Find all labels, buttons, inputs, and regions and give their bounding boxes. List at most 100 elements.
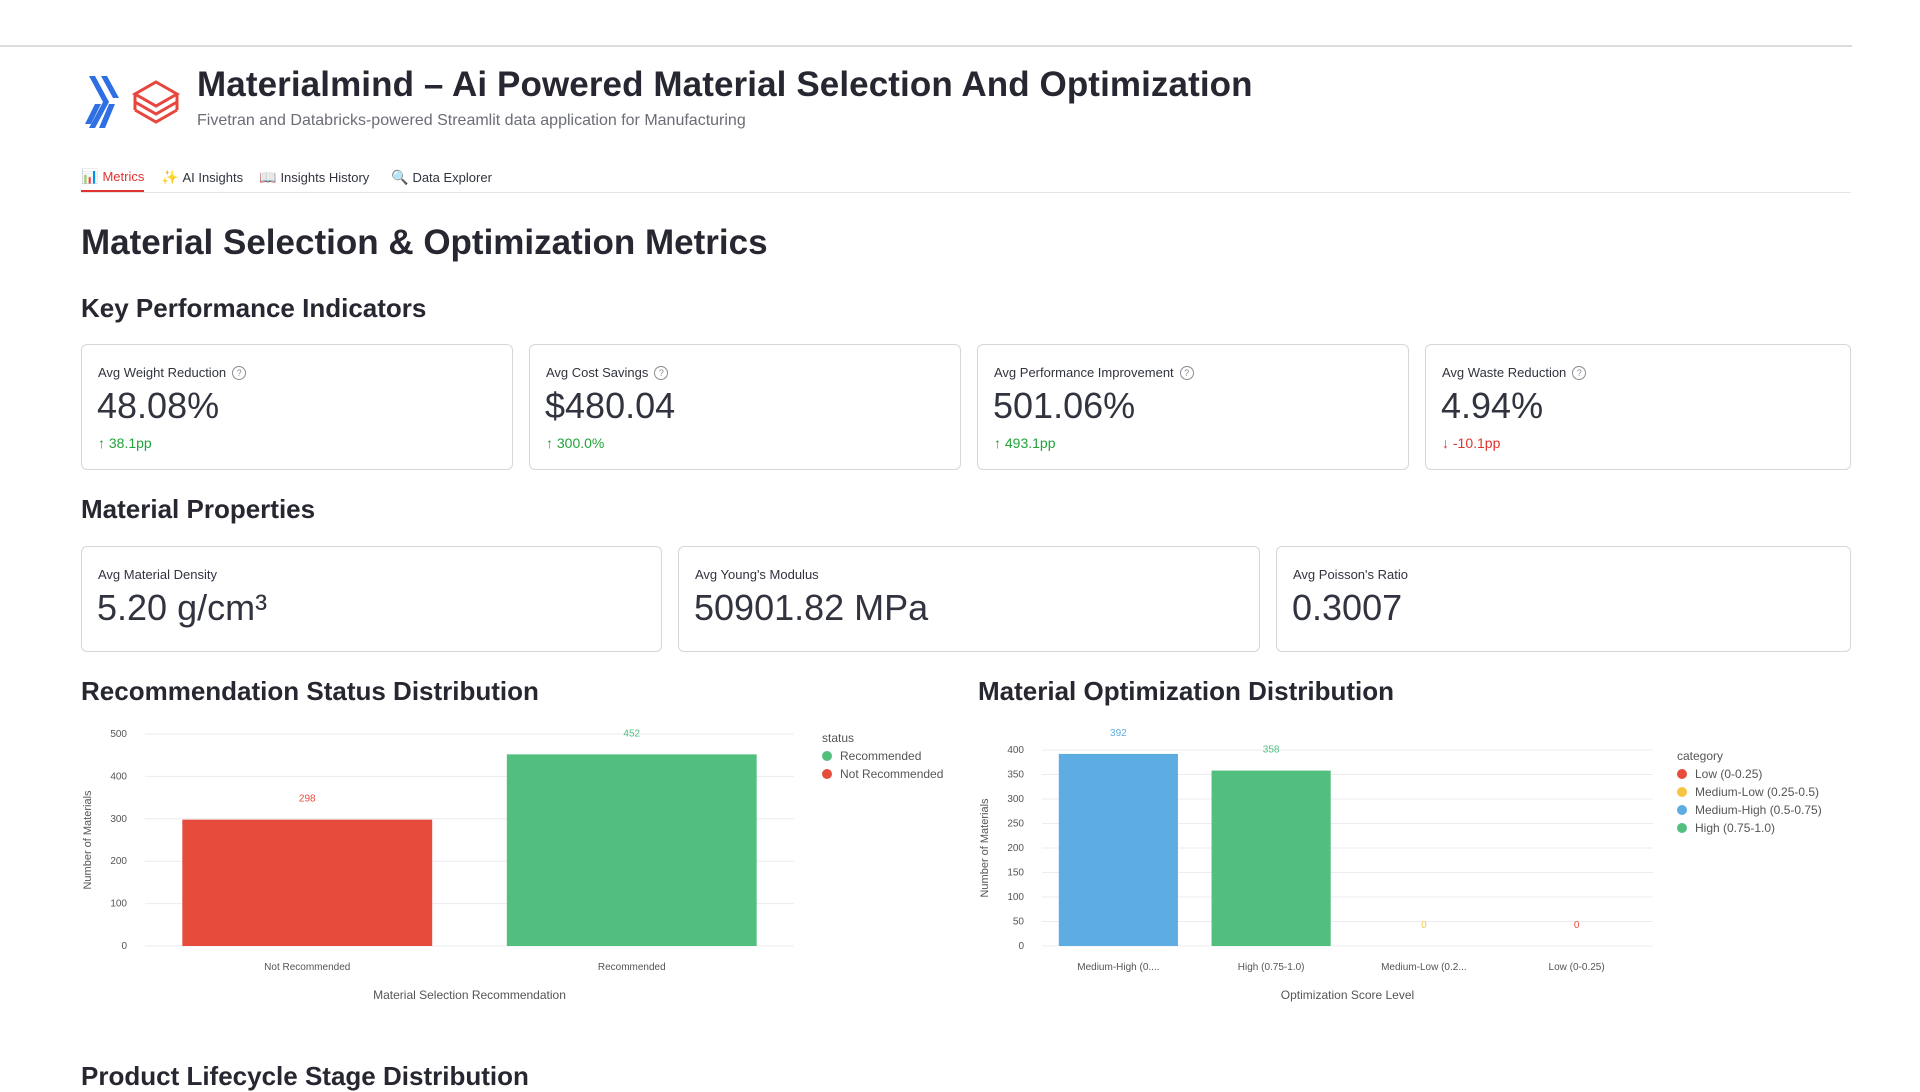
- legend-title: category: [1677, 749, 1723, 763]
- legend-swatch: [1677, 823, 1687, 833]
- x-tick-label: Not Recommended: [264, 962, 350, 973]
- chart-title-optimization: Material Optimization Distribution: [978, 676, 1395, 706]
- x-axis-label: Optimization Score Level: [1281, 988, 1414, 1002]
- properties-section-title: Material Properties: [81, 494, 316, 524]
- y-tick-label: 300: [110, 814, 127, 825]
- y-axis-label: Number of Materials: [82, 790, 94, 890]
- y-tick-label: 0: [1018, 941, 1024, 952]
- y-tick-label: 300: [1007, 794, 1024, 805]
- y-tick-label: 100: [110, 899, 127, 910]
- tab-label: Metrics: [102, 168, 145, 184]
- chart-title-lifecycle: Product Lifecycle Stage Distribution: [81, 1061, 529, 1091]
- tab-bar: 📊 Metrics ✨ AI Insights 📖 Insights Histo…: [81, 158, 1851, 193]
- arrow-up-icon: ↑: [994, 435, 1001, 451]
- y-tick-label: 200: [110, 856, 127, 867]
- bar: [506, 754, 757, 946]
- arrow-up-icon: ↑: [98, 435, 105, 451]
- legend-title: status: [822, 731, 854, 745]
- data-label: 0: [1421, 920, 1427, 931]
- kpi-delta: ↑ 300.0%: [546, 435, 604, 451]
- y-tick-label: 50: [1013, 917, 1025, 928]
- page-title: Material Selection & Optimization Metric…: [81, 223, 768, 262]
- y-tick-label: 400: [110, 771, 127, 782]
- y-tick-label: 150: [1007, 868, 1024, 879]
- x-tick-label: Medium-High (0....: [1077, 962, 1159, 973]
- property-value: 0.3007: [1292, 587, 1403, 628]
- property-value: 50901.82 MPa: [694, 587, 929, 628]
- kpi-delta-value: -10.1pp: [1452, 435, 1501, 451]
- help-icon[interactable]: ?: [1179, 365, 1194, 380]
- y-tick-label: 250: [1007, 819, 1024, 830]
- kpi-card-cost-savings: Avg Cost Savings? $480.04 ↑ 300.0%: [529, 344, 961, 470]
- help-icon[interactable]: ?: [1572, 365, 1587, 380]
- kpi-section-title: Key Performance Indicators: [81, 293, 427, 323]
- kpi-label: Avg Cost Savings: [546, 365, 649, 380]
- kpi-value: 48.08%: [97, 385, 220, 426]
- y-tick-label: 0: [121, 941, 127, 952]
- data-label: 0: [1574, 920, 1580, 931]
- chart-optimization-distribution: 0 50 100 150 200 250 300 350 400 Number of Materi…: [978, 720, 1851, 1020]
- legend-swatch: [1677, 787, 1687, 797]
- x-tick-label: Recommended: [598, 962, 666, 973]
- data-label: 452: [623, 728, 640, 739]
- recommendation-bar-chart: 0 100 200 300 400 500 Number of Materials 298 No…: [82, 728, 943, 1002]
- chart-recommendation-status: 0 100 200 300 400 500 Number of Materials 298 No…: [81, 720, 961, 1020]
- bar-chart-icon: 📊: [81, 167, 99, 184]
- bar: [1211, 770, 1331, 946]
- arrow-down-icon: ↓: [1442, 435, 1449, 451]
- kpi-delta-value: 300.0%: [556, 435, 605, 451]
- kpi-delta: ↑ 38.1pp: [98, 435, 152, 451]
- help-icon[interactable]: ?: [654, 365, 669, 380]
- property-label: Avg Poisson's Ratio: [1293, 567, 1408, 582]
- kpi-delta-value: 493.1pp: [1004, 435, 1056, 451]
- kpi-delta: ↓ -10.1pp: [1442, 435, 1500, 451]
- bar: [1058, 753, 1178, 946]
- legend-item-label: Medium-Low (0.25-0.5): [1695, 785, 1819, 799]
- kpi-label-row: Avg Cost Savings?: [546, 365, 669, 380]
- tab-label: Data Explorer: [412, 169, 492, 185]
- kpi-value: $480.04: [545, 385, 676, 426]
- tab-ai-insights[interactable]: ✨ AI Insights: [161, 162, 243, 192]
- y-axis-label: Number of Materials: [979, 798, 991, 898]
- y-tick-label: 500: [110, 729, 127, 740]
- property-label: Avg Young's Modulus: [695, 567, 819, 582]
- chart-title-recommendation: Recommendation Status Distribution: [81, 676, 539, 706]
- kpi-delta-value: 38.1pp: [108, 435, 152, 451]
- legend-swatch: [1677, 805, 1687, 815]
- property-value: 5.20 g/cm³: [97, 587, 268, 628]
- y-tick-label: 100: [1007, 892, 1024, 903]
- app-header: Materialmind – Ai Powered Material Selec…: [81, 62, 1381, 142]
- y-tick-label: 200: [1007, 843, 1024, 854]
- kpi-card-performance-improvement: Avg Performance Improvement? 501.06% ↑ 4…: [977, 344, 1409, 470]
- legend-item-label: Not Recommended: [840, 767, 943, 781]
- tab-metrics[interactable]: 📊 Metrics: [81, 162, 145, 192]
- tab-insights-history[interactable]: 📖 Insights History: [259, 162, 369, 192]
- y-tick-label: 350: [1007, 770, 1024, 781]
- x-tick-label: High (0.75-1.0): [1238, 962, 1305, 973]
- bar: [182, 819, 433, 946]
- kpi-value: 4.94%: [1441, 385, 1544, 426]
- kpi-card-weight-reduction: Avg Weight Reduction? 48.08% ↑ 38.1pp: [81, 344, 513, 470]
- x-tick-label: Medium-Low (0.2...: [1381, 962, 1467, 973]
- legend-item-label: Low (0-0.25): [1695, 767, 1762, 781]
- x-tick-label: Low (0-0.25): [1549, 962, 1605, 973]
- tab-label: AI Insights: [182, 169, 244, 185]
- data-label: 298: [299, 794, 316, 805]
- data-label: 392: [1110, 728, 1127, 739]
- kpi-label-row: Avg Waste Reduction?: [1442, 365, 1587, 380]
- legend-item-label: High (0.75-1.0): [1695, 821, 1775, 835]
- legend-swatch: [822, 769, 832, 779]
- y-tick-label: 400: [1007, 745, 1024, 756]
- magnifier-icon: 🔍: [391, 168, 409, 185]
- legend-swatch: [1677, 769, 1687, 779]
- optimization-bar-chart: 0 50 100 150 200 250 300 350 400 Number of Materi…: [979, 728, 1822, 1002]
- tab-label: Insights History: [280, 169, 370, 185]
- kpi-label: Avg Weight Reduction: [98, 365, 227, 380]
- app-subtitle: Fivetran and Databricks-powered Streamli…: [197, 112, 746, 129]
- property-label: Avg Material Density: [98, 567, 217, 582]
- app-title: Materialmind – Ai Powered Material Selec…: [197, 65, 1253, 104]
- x-axis-label: Material Selection Recommendation: [373, 988, 566, 1002]
- tab-data-explorer[interactable]: 🔍 Data Explorer: [391, 162, 492, 192]
- help-icon[interactable]: ?: [232, 365, 247, 380]
- kpi-value: 501.06%: [993, 385, 1136, 426]
